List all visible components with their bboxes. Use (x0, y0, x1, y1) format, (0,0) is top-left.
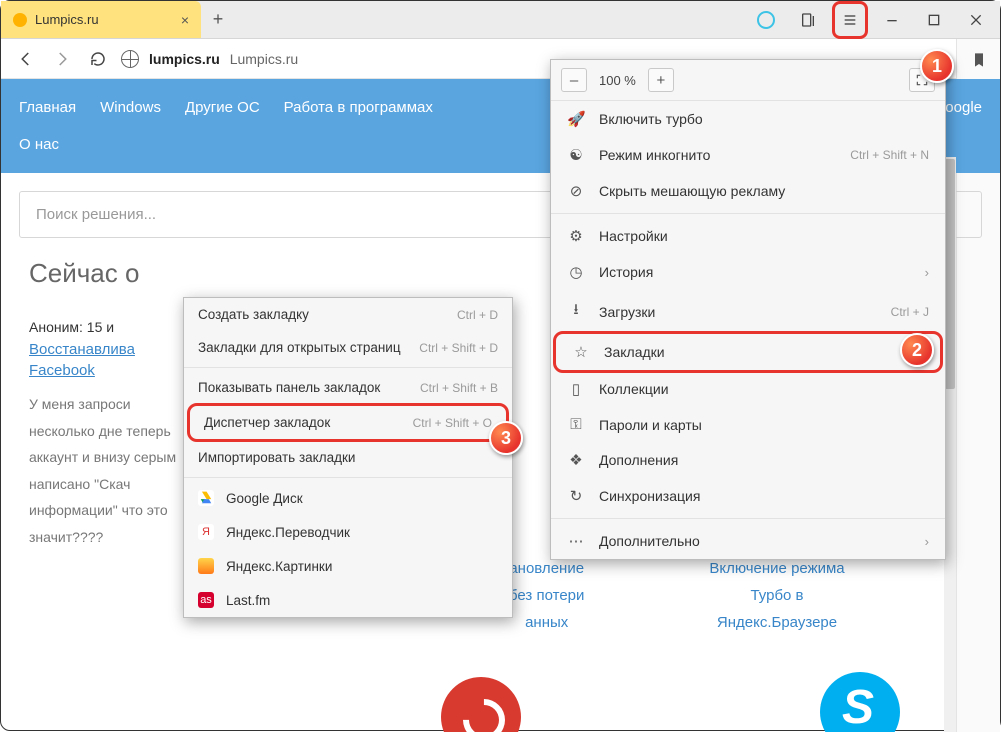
skype-icon (820, 672, 900, 732)
menu-item-passwords[interactable]: ⚿Пароли и карты (551, 407, 945, 442)
highlight-bookmarks: ☆Закладки› (553, 331, 943, 373)
more-icon: ⋯ (567, 532, 585, 550)
puzzle-icon: ❖ (567, 451, 585, 469)
annotation-badge-1: 1 (920, 49, 954, 83)
sync-icon: ↻ (567, 487, 585, 505)
block-icon: ⊘ (567, 182, 585, 200)
chevron-right-icon: › (925, 265, 929, 280)
nav-programs[interactable]: Работа в программах (284, 99, 433, 116)
nav-back-button[interactable] (13, 46, 39, 72)
url-display[interactable]: lumpics.ru Lumpics.ru (149, 51, 298, 67)
key-icon: ⚿ (567, 416, 585, 433)
menu-item-more[interactable]: ⋯Дополнительно› (551, 523, 945, 559)
nav-about[interactable]: О нас (19, 136, 59, 153)
star-icon: ☆ (572, 343, 590, 361)
collections-icon: ▯ (567, 380, 585, 398)
rocket-icon: 🚀 (567, 110, 585, 128)
window-maximize-button[interactable] (916, 1, 952, 39)
tab-close-icon[interactable]: × (181, 12, 189, 28)
menu-item-incognito[interactable]: ☯Режим инкогнитоCtrl + Shift + N (551, 137, 945, 173)
comment-body: У меня запроси несколько дне теперь акка… (29, 391, 189, 551)
site-info-icon[interactable] (121, 50, 139, 68)
browser-main-menu: – 100 % + 🚀Включить турбо ☯Режим инкогни… (550, 59, 946, 560)
menu-item-settings[interactable]: ⚙Настройки (551, 218, 945, 254)
scrollbar-thumb[interactable] (945, 159, 955, 389)
url-rest: Lumpics.ru (230, 51, 298, 67)
nav-home[interactable]: Главная (19, 99, 76, 116)
submenu-item-yimages[interactable]: Яндекс.Картинки (184, 549, 512, 583)
article-link-col-2[interactable]: Включение режима Турбо в Яндекс.Браузере (687, 555, 867, 636)
annotation-badge-2: 2 (900, 333, 934, 367)
autocad-icon (441, 677, 521, 732)
nav-reload-button[interactable] (85, 46, 111, 72)
download-icon: ⭳ (567, 299, 585, 324)
assistant-icon[interactable] (748, 1, 784, 39)
submenu-item-ytranslate[interactable]: ЯЯндекс.Переводчик (184, 515, 512, 549)
comment-link-1[interactable]: Восстанавлива (29, 341, 135, 358)
url-domain: lumpics.ru (149, 51, 220, 67)
collections-icon[interactable] (790, 1, 826, 39)
main-menu-button[interactable] (832, 1, 868, 39)
new-tab-button[interactable]: + (201, 1, 235, 38)
window-minimize-button[interactable] (874, 1, 910, 39)
menu-item-history[interactable]: ◷История› (551, 254, 945, 290)
submenu-item-create[interactable]: Создать закладкуCtrl + D (184, 298, 512, 331)
nav-other-os[interactable]: Другие ОС (185, 99, 260, 116)
menu-item-hide-ads[interactable]: ⊘Скрыть мешающую рекламу (551, 173, 945, 209)
article-link-col-1[interactable]: ановление без потери анных (509, 555, 584, 636)
submenu-item-gdrive[interactable]: Google Диск (184, 481, 512, 515)
chevron-right-icon: › (925, 534, 929, 549)
menu-item-addons[interactable]: ❖Дополнения (551, 442, 945, 478)
zoom-value: 100 % (593, 73, 642, 88)
menu-item-collections[interactable]: ▯Коллекции (551, 371, 945, 407)
nav-windows[interactable]: Windows (100, 99, 161, 116)
submenu-item-show-bar[interactable]: Показывать панель закладокCtrl + Shift +… (184, 371, 512, 404)
window-close-button[interactable] (958, 1, 994, 39)
bookmarks-submenu: Создать закладкуCtrl + D Закладки для от… (183, 297, 513, 618)
gdrive-icon (198, 490, 214, 506)
yandex-images-icon (198, 558, 214, 574)
menu-item-turbo[interactable]: 🚀Включить турбо (551, 101, 945, 137)
submenu-item-manager[interactable]: Диспетчер закладокCtrl + Shift + O (190, 406, 506, 439)
nav-forward-button[interactable] (49, 46, 75, 72)
tab-title: Lumpics.ru (35, 12, 173, 27)
menu-item-downloads[interactable]: ⭳ЗагрузкиCtrl + J (551, 290, 945, 333)
zoom-in-button[interactable]: + (648, 68, 674, 92)
clock-icon: ◷ (567, 263, 585, 281)
submenu-item-import[interactable]: Импортировать закладки (184, 441, 512, 474)
tab-favicon (13, 13, 27, 27)
lastfm-icon: as (198, 592, 214, 608)
gear-icon: ⚙ (567, 227, 585, 245)
highlight-bookmark-manager: Диспетчер закладокCtrl + Shift + O (187, 403, 509, 442)
bookmark-icon[interactable] (957, 39, 1000, 81)
annotation-badge-3: 3 (489, 421, 523, 455)
comment-link-2[interactable]: Facebook (29, 362, 95, 379)
zoom-out-button[interactable]: – (561, 68, 587, 92)
zoom-row: – 100 % + (551, 60, 945, 101)
menu-item-bookmarks[interactable]: ☆Закладки› (556, 334, 940, 370)
window-titlebar: Lumpics.ru × + (1, 1, 1000, 39)
browser-tab[interactable]: Lumpics.ru × (1, 1, 201, 38)
incognito-icon: ☯ (567, 146, 585, 164)
submenu-item-lastfm[interactable]: asLast.fm (184, 583, 512, 617)
menu-item-sync[interactable]: ↻Синхронизация (551, 478, 945, 514)
submenu-item-open-tabs[interactable]: Закладки для открытых страницCtrl + Shif… (184, 331, 512, 364)
yandex-translate-icon: Я (198, 524, 214, 540)
